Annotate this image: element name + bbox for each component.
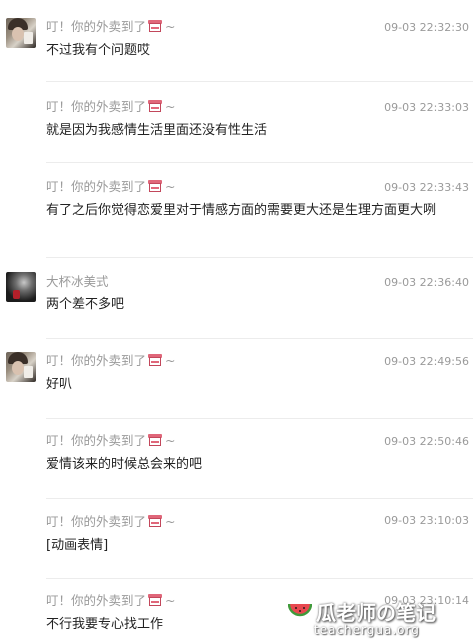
sender-name[interactable]: 叮！你的外卖到了 ~ (46, 433, 176, 449)
chat-message: 叮！你的外卖到了 ~ 09-03 22:50:46 爱情该来的时候总会来的吧 (0, 419, 473, 499)
sender-name[interactable]: 叮！你的外卖到了 ~ (46, 99, 176, 115)
message-text: 两个差不多吧 (46, 297, 125, 312)
sender-name[interactable]: 大杯冰美式 (46, 274, 109, 290)
message-text: 有了之后你觉得恋爱里对于情感方面的需要更大还是生理方面更大咧 (46, 203, 437, 218)
message-time: 09-03 22:49:56 (384, 355, 469, 368)
sender-avatar[interactable] (6, 272, 36, 302)
message-time: 09-03 22:33:03 (384, 101, 469, 114)
watermark: 瓜老师の笔记 teachergua.org (286, 597, 471, 642)
message-text: 不过我有个问题哎 (46, 43, 151, 58)
watermark-title: 瓜老师の笔记 (316, 601, 436, 625)
takeout-box-icon (148, 434, 163, 447)
chat-message: 叮！你的外卖到了 ~ 09-03 22:49:56 好叭 (0, 339, 473, 419)
watermark-url: teachergua.org (314, 623, 420, 637)
chat-message: 叮！你的外卖到了 ~ 09-03 22:33:03 就是因为我感情生活里面还没有性… (0, 82, 473, 162)
watermelon-icon (288, 603, 312, 617)
message-time: 09-03 23:10:03 (384, 514, 469, 527)
message-text: 好叭 (46, 377, 73, 392)
takeout-box-icon (148, 180, 163, 193)
message-time: 09-03 22:36:40 (384, 276, 469, 289)
takeout-box-icon (148, 515, 163, 528)
chat-message: 大杯冰美式 09-03 22:36:40 两个差不多吧 (0, 258, 473, 338)
chat-message: 叮！你的外卖到了 ~ 09-03 23:10:03 [动画表情] (0, 499, 473, 579)
chat-message: 叮！你的外卖到了 ~ 09-03 22:33:43 有了之后你觉得恋爱里对于情感方… (0, 163, 473, 257)
sender-name[interactable]: 叮！你的外卖到了 ~ (46, 514, 176, 530)
sender-name[interactable]: 叮！你的外卖到了 ~ (46, 353, 176, 369)
chat-history: 叮！你的外卖到了 ~ 09-03 22:32:30 不过我有个问题哎 叮！你的外卖… (0, 0, 473, 642)
message-time: 09-03 22:33:43 (384, 181, 469, 194)
takeout-box-icon (148, 594, 163, 607)
message-time: 09-03 22:32:30 (384, 21, 469, 34)
sender-avatar[interactable] (6, 352, 36, 382)
sender-name[interactable]: 叮！你的外卖到了 ~ (46, 179, 176, 195)
message-time: 09-03 22:50:46 (384, 435, 469, 448)
message-text: 就是因为我感情生活里面还没有性生活 (46, 123, 268, 138)
sender-avatar[interactable] (6, 18, 36, 48)
message-text: 爱情该来的时候总会来的吧 (46, 457, 203, 472)
takeout-box-icon (148, 354, 163, 367)
chat-message: 叮！你的外卖到了 ~ 09-03 22:32:30 不过我有个问题哎 (0, 0, 473, 80)
sender-name[interactable]: 叮！你的外卖到了 ~ (46, 19, 176, 35)
sender-name[interactable]: 叮！你的外卖到了 ~ (46, 593, 176, 609)
message-text: [动画表情] (46, 538, 109, 553)
takeout-box-icon (148, 100, 163, 113)
takeout-box-icon (148, 20, 163, 33)
